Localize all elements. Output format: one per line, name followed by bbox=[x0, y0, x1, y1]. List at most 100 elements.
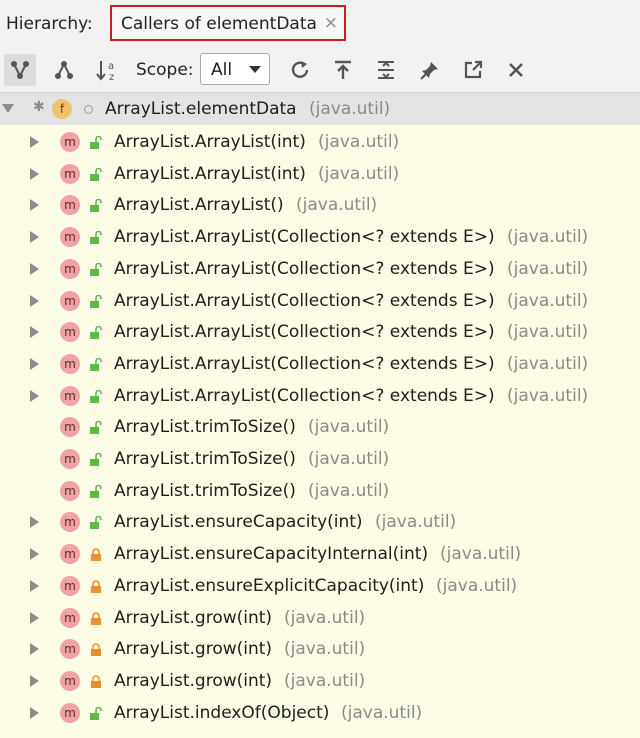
method-name: ArrayList.ArrayList(Collection<? extends… bbox=[114, 259, 495, 279]
package-private-icon bbox=[84, 105, 93, 114]
tree-row[interactable]: m ArrayList.ensureCapacity(int) (java.util… bbox=[0, 506, 640, 538]
open-external-icon[interactable] bbox=[457, 54, 489, 86]
toolbar: az Scope: All bbox=[0, 48, 640, 93]
method-name: ArrayList.ensureCapacity(int) bbox=[114, 512, 363, 532]
tree-row[interactable]: m ArrayList.ArrayList(Collection<? extend… bbox=[0, 221, 640, 253]
private-lock-icon bbox=[89, 611, 103, 630]
field-icon: f bbox=[52, 99, 72, 119]
tree-row[interactable]: m ArrayList.grow(int) (java.util) bbox=[0, 602, 640, 634]
method-name: ArrayList.ArrayList(Collection<? extends… bbox=[114, 322, 495, 342]
expand-arrow-icon[interactable] bbox=[30, 295, 39, 307]
method-icon: m bbox=[60, 164, 80, 184]
method-name: ArrayList.grow(int) bbox=[114, 608, 273, 628]
expand-arrow-icon[interactable] bbox=[30, 199, 39, 211]
hierarchy-label: Hierarchy: bbox=[6, 14, 93, 34]
tree-row[interactable]: m ArrayList.indexOf(Object) (java.util) bbox=[0, 697, 640, 729]
expand-arrow-icon[interactable] bbox=[30, 358, 39, 370]
method-name: ArrayList.trimToSize() bbox=[114, 481, 296, 501]
close-icon[interactable] bbox=[500, 54, 532, 86]
tree-row[interactable]: m ArrayList.trimToSize() (java.util) bbox=[0, 443, 640, 475]
expand-arrow-icon[interactable] bbox=[30, 548, 39, 560]
method-icon: m bbox=[60, 481, 80, 501]
expand-arrow-icon[interactable] bbox=[30, 263, 39, 275]
scope-value: All bbox=[211, 60, 233, 80]
method-package: (java.util) bbox=[507, 227, 589, 247]
chevron-down-icon bbox=[249, 66, 261, 73]
tree-row[interactable]: m ArrayList.ArrayList(int) (java.util) bbox=[0, 158, 640, 190]
expand-arrow-icon[interactable] bbox=[30, 231, 39, 243]
expand-arrow-icon[interactable] bbox=[30, 675, 39, 687]
public-lock-icon bbox=[89, 706, 103, 725]
root-package: (java.util) bbox=[309, 99, 391, 119]
tree-row[interactable]: m ArrayList.grow(int) (java.util) bbox=[0, 633, 640, 665]
method-package: (java.util) bbox=[440, 544, 522, 564]
method-icon: m bbox=[60, 417, 80, 437]
collapse-arrow-icon[interactable] bbox=[2, 104, 14, 113]
expand-arrow-icon[interactable] bbox=[30, 136, 39, 148]
public-lock-icon bbox=[89, 515, 103, 534]
private-lock-icon bbox=[89, 579, 103, 598]
tree-row[interactable]: m ArrayList.ensureExplicitCapacity(int) (j… bbox=[0, 570, 640, 602]
method-name: ArrayList.trimToSize() bbox=[114, 417, 296, 437]
method-package: (java.util) bbox=[507, 386, 589, 406]
private-lock-icon bbox=[89, 547, 103, 566]
tab-close-icon[interactable]: × bbox=[324, 13, 338, 33]
expand-arrow-icon[interactable] bbox=[30, 612, 39, 624]
method-icon: m bbox=[60, 227, 80, 247]
expand-arrow-icon[interactable] bbox=[30, 580, 39, 592]
star-icon: ✱ bbox=[33, 99, 45, 115]
tree-row[interactable]: m ArrayList.trimToSize() (java.util) bbox=[0, 411, 640, 443]
tree-row[interactable]: m ArrayList.grow(int) (java.util) bbox=[0, 665, 640, 697]
tree-root-row[interactable]: ✱ f ArrayList.elementData (java.util) bbox=[0, 93, 640, 125]
tree-row[interactable]: m ArrayList.ensureCapacityInternal(int) (j… bbox=[0, 538, 640, 570]
tree-row[interactable]: m ArrayList.trimToSize() (java.util) bbox=[0, 475, 640, 507]
method-package: (java.util) bbox=[284, 671, 366, 691]
method-icon: m bbox=[60, 132, 80, 152]
public-lock-icon bbox=[89, 167, 103, 186]
pin-icon[interactable] bbox=[414, 54, 446, 86]
method-icon: m bbox=[60, 449, 80, 469]
expand-arrow-icon[interactable] bbox=[30, 516, 39, 528]
method-package: (java.util) bbox=[507, 354, 589, 374]
tree-row[interactable]: m ArrayList.ArrayList(int) (java.util) bbox=[0, 126, 640, 158]
public-lock-icon bbox=[89, 135, 103, 154]
hierarchy-header: Hierarchy: Callers of elementData × bbox=[0, 0, 640, 49]
refresh-icon[interactable] bbox=[284, 54, 316, 86]
expand-arrow-icon[interactable] bbox=[30, 390, 39, 402]
scope-select[interactable]: All bbox=[200, 53, 270, 85]
expand-arrow-icon[interactable] bbox=[30, 168, 39, 180]
tree-row[interactable]: m ArrayList.ArrayList() (java.util) bbox=[0, 189, 640, 221]
tree-row[interactable]: m ArrayList.ArrayList(Collection<? extend… bbox=[0, 285, 640, 317]
expand-arrow-icon[interactable] bbox=[30, 707, 39, 719]
callees-hierarchy-icon[interactable] bbox=[48, 54, 80, 86]
expand-all-icon[interactable] bbox=[370, 54, 402, 86]
tree-row[interactable]: m ArrayList.ArrayList(Collection<? extend… bbox=[0, 253, 640, 285]
export-icon[interactable] bbox=[327, 54, 359, 86]
method-icon: m bbox=[60, 608, 80, 628]
callers-hierarchy-icon[interactable] bbox=[4, 54, 36, 86]
public-lock-icon bbox=[89, 230, 103, 249]
method-name: ArrayList.ArrayList(int) bbox=[114, 132, 306, 152]
expand-arrow-icon[interactable] bbox=[30, 326, 39, 338]
method-name: ArrayList.ArrayList(Collection<? extends… bbox=[114, 386, 495, 406]
public-lock-icon bbox=[89, 452, 103, 471]
expand-arrow-icon[interactable] bbox=[30, 643, 39, 655]
tree-row[interactable]: m ArrayList.ArrayList(Collection<? extend… bbox=[0, 348, 640, 380]
tree-row[interactable]: m ArrayList.ArrayList(Collection<? extend… bbox=[0, 380, 640, 412]
method-package: (java.util) bbox=[308, 449, 390, 469]
tree-row[interactable]: m ArrayList.ArrayList(Collection<? extend… bbox=[0, 316, 640, 348]
public-lock-icon bbox=[89, 389, 103, 408]
sort-alpha-icon[interactable]: az bbox=[92, 54, 124, 86]
method-name: ArrayList.grow(int) bbox=[114, 639, 273, 659]
method-icon: m bbox=[60, 354, 80, 374]
public-lock-icon bbox=[89, 262, 103, 281]
tab-callers-of-elementdata[interactable]: Callers of elementData × bbox=[110, 5, 346, 41]
method-icon: m bbox=[60, 259, 80, 279]
method-package: (java.util) bbox=[507, 322, 589, 342]
method-icon: m bbox=[60, 544, 80, 564]
method-package: (java.util) bbox=[436, 576, 518, 596]
method-package: (java.util) bbox=[507, 259, 589, 279]
tab-title: Callers of elementData bbox=[121, 14, 317, 34]
scope-label: Scope: bbox=[136, 60, 194, 80]
method-package: (java.util) bbox=[284, 608, 366, 628]
